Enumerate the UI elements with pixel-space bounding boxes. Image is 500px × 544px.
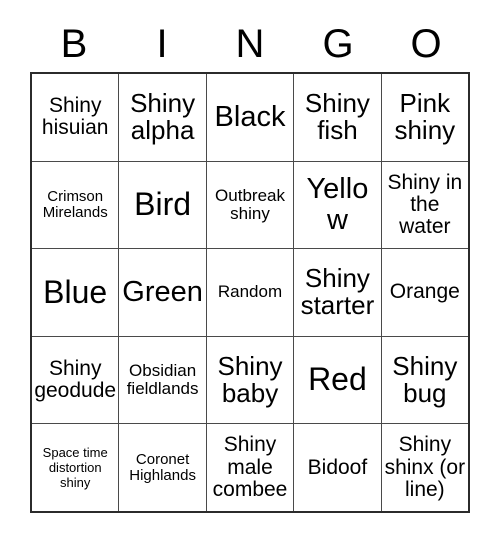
bingo-cell[interactable]: Shiny in the water (382, 162, 468, 249)
bingo-cell-label: Shiny in the water (387, 170, 463, 239)
bingo-cell[interactable]: Obsidian fieldlands (119, 336, 207, 424)
bingo-header-letter-i: I (156, 22, 168, 66)
bingo-cell-label: Green (122, 276, 203, 309)
bingo-header-letter-n: N (235, 22, 265, 66)
bingo-cell[interactable]: Orange (382, 249, 468, 336)
bingo-cell-label: Black (214, 100, 286, 133)
bingo-cell[interactable]: Shiny hisuian (32, 74, 120, 161)
bingo-cell-label: Random (217, 282, 283, 302)
bingo-row: Blue Green Random Shiny starter Orange (32, 249, 468, 337)
bingo-row: Space time distortion shiny Coronet High… (32, 424, 468, 511)
bingo-cell[interactable]: Space time distortion shiny (32, 424, 120, 511)
bingo-cell[interactable]: Shiny male combee (207, 424, 295, 511)
bingo-cell[interactable]: Shiny alpha (119, 74, 207, 161)
bingo-cell[interactable]: Blue (32, 249, 120, 336)
bingo-cell-label: Coronet Highlands (129, 450, 196, 484)
bingo-cell-label: Shiny bug (392, 350, 458, 409)
bingo-cell[interactable]: Shiny fish (294, 74, 382, 161)
bingo-cell-label: Yellow (306, 173, 369, 236)
bingo-header-letter-b: B (60, 22, 88, 66)
bingo-cell[interactable]: Crimson Mirelands (32, 161, 120, 249)
bingo-cell-label: Shiny male combee (212, 433, 288, 501)
bingo-row: Crimson Mirelands Bird Outbreak shiny Ye… (32, 161, 468, 250)
bingo-cell-label: Shiny baby (217, 350, 283, 409)
bingo-cell-label: Shiny shinx (or line) (384, 433, 466, 501)
bingo-cell[interactable]: Red (294, 336, 382, 424)
bingo-header-letter-g: G (322, 22, 354, 66)
bingo-cell-label: Outbreak shiny (215, 185, 285, 223)
bingo-cell[interactable]: Green (119, 249, 207, 336)
bingo-card: B I N G O Shiny hisuian Shiny alpha Blac… (0, 0, 500, 544)
bingo-cell[interactable]: Yellow (294, 161, 382, 249)
bingo-cell[interactable]: Shiny bug (382, 337, 468, 424)
bingo-cell-label: Crimson Mirelands (42, 188, 108, 221)
bingo-cell-label: Shiny alpha (130, 87, 196, 146)
bingo-cell[interactable]: Bird (119, 161, 207, 249)
bingo-cell-label: Shiny geodude (34, 356, 117, 403)
bingo-cell[interactable]: Random (207, 249, 295, 336)
bingo-cell[interactable]: Shiny geodude (32, 336, 120, 424)
bingo-cell[interactable]: Shiny baby (207, 336, 295, 424)
bingo-cell-label: Red (308, 361, 367, 398)
bingo-cell-label: Shiny hisuian (41, 94, 109, 140)
bingo-grid: Shiny hisuian Shiny alpha Black Shiny fi… (30, 72, 470, 513)
bingo-cell[interactable]: Black (207, 74, 295, 161)
bingo-cell[interactable]: Shiny shinx (or line) (382, 424, 468, 511)
bingo-cell-label: Orange (389, 280, 460, 304)
bingo-cell[interactable]: Outbreak shiny (207, 161, 295, 249)
bingo-cell[interactable]: Bidoof (294, 424, 382, 511)
bingo-cell[interactable]: Coronet Highlands (119, 424, 207, 511)
bingo-header-letter-o: O (410, 22, 442, 66)
bingo-cell-label: Bidoof (307, 455, 368, 479)
bingo-cell[interactable]: Pink shiny (382, 74, 468, 161)
bingo-cell-label: Blue (43, 273, 108, 310)
bingo-cell-label: Shiny starter (300, 262, 375, 321)
bingo-cell-label: Space time distortion shiny (42, 445, 108, 491)
bingo-header-row: B I N G O (30, 18, 470, 70)
bingo-row: Shiny hisuian Shiny alpha Black Shiny fi… (32, 74, 468, 162)
bingo-cell-label: Pink shiny (394, 87, 456, 146)
bingo-row: Shiny geodude Obsidian fieldlands Shiny … (32, 336, 468, 425)
bingo-cell-label: Bird (134, 185, 192, 222)
bingo-cell-label: Shiny fish (304, 87, 370, 146)
bingo-cell[interactable]: Shiny starter (294, 249, 382, 336)
bingo-cell-label: Obsidian fieldlands (126, 361, 199, 399)
